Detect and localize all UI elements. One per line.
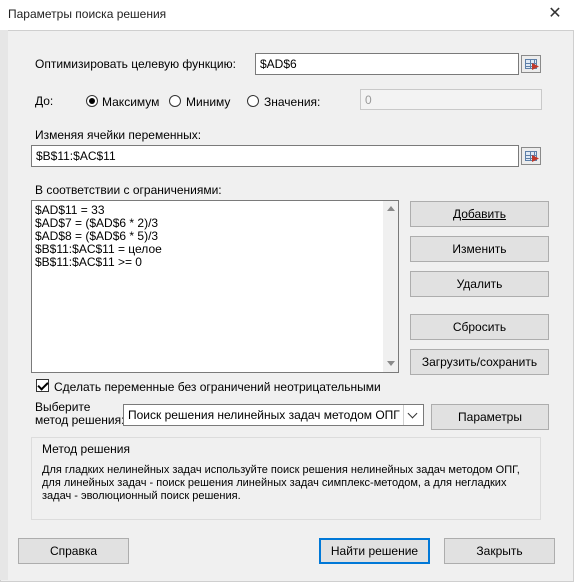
delete-button[interactable]: Удалить [410,271,549,297]
nonnegative-checkbox[interactable] [36,379,49,392]
constraint-item[interactable]: $AD$8 = ($AD$6 * 5)/3 [35,229,158,243]
variables-ref-button[interactable] [521,147,541,165]
method-description: Для гладких нелинейных задач используйте… [42,464,520,502]
objective-label: Оптимизировать целевую функцию: [35,57,236,71]
radio-max-label[interactable]: Максимум [102,95,159,109]
scroll-down-icon[interactable] [387,361,395,366]
constraint-item[interactable]: $AD$11 = 33 [35,203,105,217]
load-save-button[interactable]: Загрузить/сохранить [410,349,549,375]
close-button[interactable]: Закрыть [444,538,555,564]
reset-button[interactable]: Сбросить [410,314,549,340]
goal-label: До: [35,94,54,108]
nonnegative-label[interactable]: Сделать переменные без ограничений неотр… [54,380,381,394]
parameters-button[interactable]: Параметры [431,404,549,430]
radio-min-label[interactable]: Миниму [186,95,230,109]
method-label-line2: метод решения: [35,413,125,427]
objective-input[interactable]: $AD$6 [255,53,519,75]
solve-button[interactable]: Найти решение [319,538,430,564]
chevron-down-icon [407,408,418,419]
constraint-item[interactable]: $AD$7 = ($AD$6 * 2)/3 [35,216,158,230]
method-group-title: Метод решения [42,442,130,456]
constraints-list[interactable]: $AD$11 = 33 $AD$7 = ($AD$6 * 2)/3 $AD$8 … [31,200,399,373]
constraints-scrollbar[interactable] [383,201,398,372]
close-icon[interactable]: ✕ [544,3,566,25]
method-select-value: Поиск решения нелинейных задач методом О… [128,408,400,422]
add-button[interactable]: Добавить [410,201,549,227]
constraint-item[interactable]: $B$11:$AC$11 = целое [35,242,162,256]
title-bar: Параметры поиска решения ✕ [0,0,574,30]
change-button[interactable]: Изменить [410,236,549,262]
radio-min[interactable] [169,95,181,107]
help-button[interactable]: Справка [18,538,129,564]
window-title: Параметры поиска решения [8,7,167,21]
checkmark-icon [37,379,49,391]
method-dropdown-button[interactable] [403,405,423,425]
method-label-line1: Выберите [35,400,91,414]
radio-value[interactable] [247,95,259,107]
scroll-up-icon[interactable] [387,206,395,211]
variables-label: Изменяя ячейки переменных: [35,128,202,142]
background-window-edge [0,30,8,580]
add-button-label: Добавить [452,207,507,221]
variables-input[interactable]: $B$11:$AC$11 [31,145,519,167]
objective-ref-button[interactable] [521,55,541,73]
radio-max[interactable] [86,95,98,107]
radio-value-label[interactable]: Значения: [264,95,320,109]
method-select[interactable]: Поиск решения нелинейных задач методом О… [123,404,424,426]
constraints-label: В соответствии с ограничениями: [35,183,222,197]
constraint-item[interactable]: $B$11:$AC$11 >= 0 [35,255,142,269]
target-value-input[interactable]: 0 [360,89,542,110]
